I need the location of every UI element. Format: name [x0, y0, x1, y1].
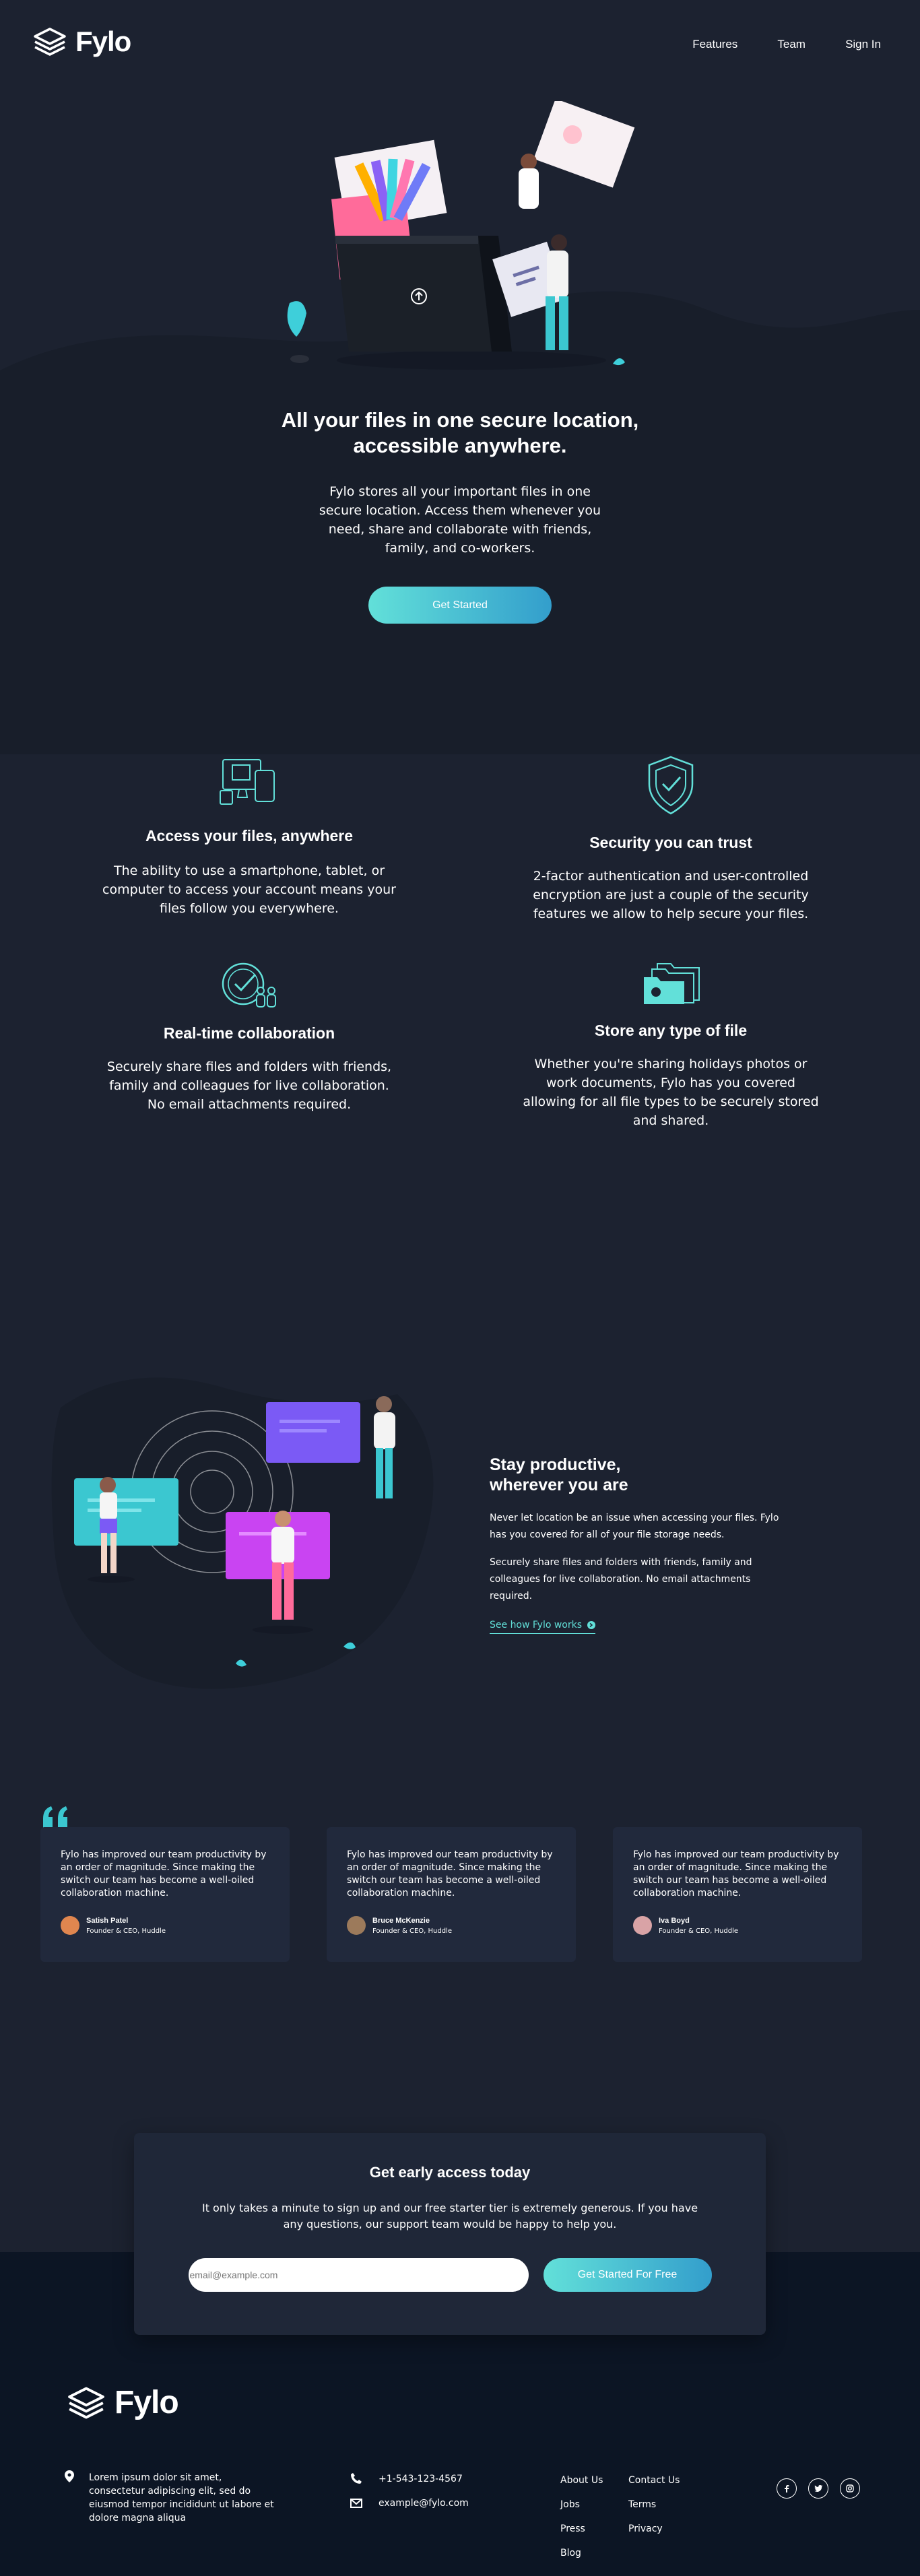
signup-form: Get Started For Free — [134, 2258, 766, 2292]
testimonial-text: Fylo has improved our team productivity … — [61, 1849, 267, 1898]
instagram-icon[interactable] — [840, 2478, 860, 2499]
footer-phone[interactable]: +1-543-123-4567 — [379, 2474, 463, 2484]
productive-title: Stay productive, wherever you are — [490, 1455, 628, 1494]
see-how-link[interactable]: See how Fylo works — [490, 1620, 596, 1634]
testimonial-name: Satish Patel — [86, 1916, 129, 1925]
main-nav: Features Team Sign In — [656, 38, 881, 51]
nav-sign-in[interactable]: Sign In — [845, 38, 881, 51]
location-icon — [65, 2470, 74, 2482]
footer-link-blog[interactable]: Blog — [560, 2548, 603, 2558]
feature-access: Access your files, anywhere The ability … — [88, 754, 411, 918]
nav-team[interactable]: Team — [777, 38, 806, 51]
feature-title: Store any type of file — [594, 1022, 748, 1039]
productive-illustration — [51, 1377, 434, 1689]
logo-icon — [34, 28, 66, 56]
testimonial-role: Founder & CEO, Huddle — [659, 1927, 738, 1935]
productive-para-2: Securely share files and folders with fr… — [490, 1557, 752, 1601]
testimonial-name: Bruce McKenzie — [372, 1916, 430, 1925]
footer-logo[interactable]: Fylo — [66, 2384, 179, 2421]
feature-text: Securely share files and folders with fr… — [106, 1059, 392, 1112]
footer-link-press[interactable]: Press — [560, 2523, 603, 2534]
footer-link-contact[interactable]: Contact Us — [628, 2475, 680, 2486]
avatar — [633, 1916, 652, 1935]
feature-title: Security you can trust — [589, 834, 752, 851]
feature-title: Real-time collaboration — [163, 1024, 335, 1042]
quote-icon — [43, 1806, 67, 1829]
access-text: It only takes a minute to sign up and ou… — [201, 2202, 698, 2231]
access-title: Get early access today — [369, 2164, 531, 2181]
avatar — [61, 1916, 79, 1935]
feature-text: 2-factor authentication and user-control… — [533, 869, 809, 921]
footer-address: Lorem ipsum dolor sit amet, consectetur … — [89, 2472, 274, 2523]
site-logo[interactable]: Fylo — [32, 26, 131, 58]
testimonial-role: Founder & CEO, Huddle — [86, 1927, 166, 1935]
testimonial-card: Fylo has improved our team productivity … — [327, 1827, 576, 1962]
footer-link-terms[interactable]: Terms — [628, 2499, 680, 2510]
hero-illustration — [287, 101, 635, 370]
footer-links-col-2: Contact Us Terms Privacy — [628, 2475, 680, 2548]
avatar — [347, 1916, 366, 1935]
productive-para-1: Never let location be an issue when acce… — [490, 1513, 779, 1540]
email-input[interactable] — [188, 2258, 529, 2292]
feature-title: Access your files, anywhere — [145, 827, 354, 845]
get-started-button[interactable]: Get Started — [368, 587, 552, 624]
email-icon — [350, 2499, 362, 2508]
testimonial-card: Fylo has improved our team productivity … — [40, 1827, 290, 1962]
footer-links-col-1: About Us Jobs Press Blog — [560, 2475, 603, 2572]
collaboration-icon — [222, 962, 276, 1008]
feature-collaboration: Real-time collaboration Securely share f… — [88, 960, 411, 1114]
testimonial-name: Iva Boyd — [659, 1916, 690, 1925]
social-links — [777, 2478, 860, 2499]
phone-icon — [351, 2473, 362, 2484]
folders-icon — [644, 963, 700, 1004]
feature-security: Security you can trust 2-factor authenti… — [509, 754, 832, 923]
footer-link-about[interactable]: About Us — [560, 2475, 603, 2486]
footer-email[interactable]: example@fylo.com — [379, 2498, 469, 2509]
feature-text: The ability to use a smartphone, tablet,… — [102, 863, 396, 916]
hero-text: Fylo stores all your important files in … — [319, 484, 601, 556]
facebook-icon[interactable] — [777, 2478, 797, 2499]
feature-text: Whether you're sharing holidays photos o… — [523, 1057, 819, 1128]
productive-section: Stay productive, wherever you are Never … — [490, 1455, 794, 1634]
devices-icon — [220, 759, 275, 805]
nav-features[interactable]: Features — [692, 38, 737, 51]
twitter-icon[interactable] — [808, 2478, 828, 2499]
get-started-free-button[interactable]: Get Started For Free — [543, 2258, 712, 2292]
see-how-label: See how Fylo works — [490, 1620, 583, 1630]
logo-text: Fylo — [114, 2385, 179, 2420]
logo-text: Fylo — [75, 26, 131, 57]
testimonial-card: Fylo has improved our team productivity … — [613, 1827, 862, 1962]
testimonial-text: Fylo has improved our team productivity … — [347, 1849, 553, 1898]
footer-link-jobs[interactable]: Jobs — [560, 2499, 603, 2510]
logo-icon — [68, 2387, 104, 2418]
footer-link-privacy[interactable]: Privacy — [628, 2523, 680, 2534]
testimonial-text: Fylo has improved our team productivity … — [633, 1849, 839, 1898]
feature-store: Store any type of file Whether you're sh… — [509, 960, 832, 1130]
testimonial-role: Founder & CEO, Huddle — [372, 1927, 452, 1935]
early-access-box: Get early access today It only takes a m… — [134, 2133, 766, 2335]
shield-icon — [648, 756, 694, 815]
arrow-circle-icon — [587, 1621, 596, 1629]
hero-title: All your files in one secure location, a… — [281, 408, 639, 457]
